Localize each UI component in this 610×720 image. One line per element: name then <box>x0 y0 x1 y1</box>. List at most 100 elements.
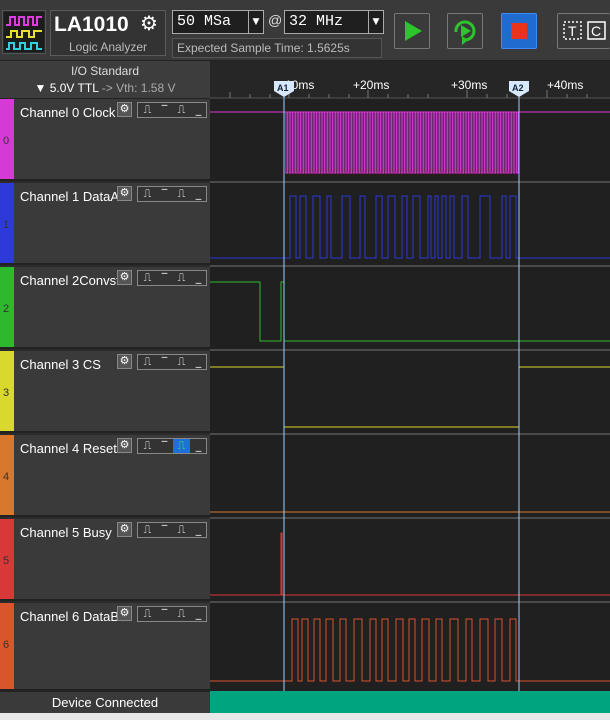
trigger-selector[interactable]: ⎍ ‾ ⎍ _ <box>137 438 207 454</box>
low-level-icon[interactable]: _ <box>190 103 207 117</box>
svg-text:T: T <box>568 23 577 39</box>
channel-name: Channel 2Convst <box>20 273 120 288</box>
channel-name: Channel 6 DataB <box>20 609 120 624</box>
channel-panel[interactable]: 2 Channel 2Convst ⚙ ⎍ ‾ ⎍ _ <box>0 267 210 349</box>
rising-edge-icon[interactable]: ⎍ <box>139 607 156 621</box>
settings-gear-icon[interactable]: ⚙ <box>136 12 162 36</box>
repeat-run-button[interactable] <box>447 13 483 49</box>
channel-6-waveform <box>210 618 610 682</box>
waveform-area[interactable]: +10ms +20ms +30ms +40ms A1 A2 <box>210 61 610 691</box>
channel-gear-icon[interactable]: ⚙ <box>117 102 132 117</box>
trigger-selector[interactable]: ⎍ ‾ ⎍ _ <box>137 270 207 286</box>
trigger-selector[interactable]: ⎍ ‾ ⎍ _ <box>137 186 207 202</box>
falling-edge-icon[interactable]: ⎍ <box>173 523 190 537</box>
low-level-icon[interactable]: _ <box>190 523 207 537</box>
rising-edge-icon[interactable]: ⎍ <box>139 355 156 369</box>
low-level-icon[interactable]: _ <box>190 607 207 621</box>
channel-gear-icon[interactable]: ⚙ <box>117 354 132 369</box>
run-button[interactable] <box>394 13 430 49</box>
text-tool-button[interactable]: T C <box>557 13 610 49</box>
io-standard-value: ▼ 5.0V TTL <box>34 81 99 95</box>
falling-edge-icon[interactable]: ⎍ <box>173 187 190 201</box>
channel-panel[interactable]: 3 Channel 3 CS ⚙ ⎍ ‾ ⎍ _ <box>0 351 210 433</box>
io-standard-header[interactable]: I/O Standard ▼ 5.0V TTL -> Vth: 1.58 V <box>0 61 210 99</box>
channel-2-waveform <box>210 281 610 342</box>
channel-index: 5 <box>3 555 10 567</box>
channel-index: 4 <box>3 471 10 483</box>
channel-gear-icon[interactable]: ⚙ <box>117 438 132 453</box>
stop-icon <box>511 23 527 39</box>
io-standard-row[interactable]: ▼ 5.0V TTL -> Vth: 1.58 V <box>0 81 210 95</box>
channel-panel[interactable]: 4 Channel 4 Reset ⚙ ⎍ ‾ ⎍ _ <box>0 435 210 517</box>
channel-index: 2 <box>3 303 10 315</box>
low-level-icon[interactable]: _ <box>190 355 207 369</box>
rising-edge-icon[interactable]: ⎍ <box>139 103 156 117</box>
high-level-icon[interactable]: ‾ <box>156 523 173 537</box>
falling-edge-icon[interactable]: ⎍ <box>173 439 190 453</box>
rising-edge-icon[interactable]: ⎍ <box>139 523 156 537</box>
play-icon <box>405 21 422 41</box>
high-level-icon[interactable]: ‾ <box>156 439 173 453</box>
repeat-run-icon <box>454 20 476 45</box>
channel-gear-icon[interactable]: ⚙ <box>117 606 132 621</box>
frequency-value: 32 MHz <box>289 13 344 30</box>
falling-edge-icon[interactable]: ⎍ <box>173 355 190 369</box>
svg-text:C: C <box>591 23 601 39</box>
cursor-a2-label: A2 <box>512 83 524 93</box>
channel-color-bar: 5 <box>0 519 14 599</box>
channel-name: Channel 0 Clock <box>20 105 116 120</box>
bottom-strip <box>0 713 610 720</box>
channel-panel[interactable]: 0 Channel 0 Clock ⚙ ⎍ ‾ ⎍ _ <box>0 99 210 181</box>
clock-pulses <box>284 111 520 174</box>
high-level-icon[interactable]: ‾ <box>156 607 173 621</box>
channel-5-waveform <box>210 532 610 596</box>
channel-name: Channel 5 Busy <box>20 525 112 540</box>
channel-color-bar: 1 <box>0 183 14 263</box>
falling-edge-icon[interactable]: ⎍ <box>173 271 190 285</box>
channel-color-bar: 0 <box>0 99 14 179</box>
rising-edge-icon[interactable]: ⎍ <box>139 187 156 201</box>
high-level-icon[interactable]: ‾ <box>156 187 173 201</box>
channel-panel[interactable]: 1 Channel 1 DataA ⚙ ⎍ ‾ ⎍ _ <box>0 183 210 265</box>
trigger-selector[interactable]: ⎍ ‾ ⎍ _ <box>137 354 207 370</box>
time-tick: +20ms <box>353 78 389 92</box>
channel-panel[interactable]: 6 Channel 6 DataB ⚙ ⎍ ‾ ⎍ _ <box>0 603 210 691</box>
channel-1-waveform <box>210 195 610 259</box>
trigger-selector[interactable]: ⎍ ‾ ⎍ _ <box>137 102 207 118</box>
channel-3-waveform <box>210 366 610 428</box>
high-level-icon[interactable]: ‾ <box>156 103 173 117</box>
channel-color-bar: 4 <box>0 435 14 515</box>
channel-panel[interactable]: 5 Channel 5 Busy ⚙ ⎍ ‾ ⎍ _ <box>0 519 210 601</box>
channel-color-bar: 2 <box>0 267 14 347</box>
high-level-icon[interactable]: ‾ <box>156 355 173 369</box>
channel-gear-icon[interactable]: ⚙ <box>117 186 132 201</box>
waveform-canvas[interactable]: +10ms +20ms +30ms +40ms A1 A2 <box>210 61 610 691</box>
channel-gear-icon[interactable]: ⚙ <box>117 522 132 537</box>
app-subtitle: Logic Analyzer <box>68 40 148 54</box>
low-level-icon[interactable]: _ <box>190 187 207 201</box>
channel-color-bar: 3 <box>0 351 14 431</box>
rising-edge-icon[interactable]: ⎍ <box>139 439 156 453</box>
chevron-down-icon: ▼ <box>248 11 263 33</box>
stop-button[interactable] <box>501 13 537 49</box>
falling-edge-icon[interactable]: ⎍ <box>173 103 190 117</box>
low-level-icon[interactable]: _ <box>190 271 207 285</box>
channel-color-bar: 6 <box>0 603 14 689</box>
channel-index: 6 <box>3 639 10 651</box>
sample-rate-select[interactable]: 50 MSa ▼ <box>172 10 264 34</box>
rising-edge-icon[interactable]: ⎍ <box>139 271 156 285</box>
text-tool-icon: T C <box>563 21 606 40</box>
falling-edge-icon[interactable]: ⎍ <box>173 607 190 621</box>
clock-burst <box>284 111 520 174</box>
channel-name: Channel 4 Reset <box>20 441 117 456</box>
high-level-icon[interactable]: ‾ <box>156 271 173 285</box>
toolbar: LA1010 Logic Analyzer ⚙ 50 MSa ▼ @ 32 MH… <box>0 0 610 61</box>
trigger-selector[interactable]: ⎍ ‾ ⎍ _ <box>137 606 207 622</box>
channel-name: Channel 3 CS <box>20 357 101 372</box>
low-level-icon[interactable]: _ <box>190 439 207 453</box>
frequency-select[interactable]: 32 MHz ▼ <box>284 10 384 34</box>
trigger-selector[interactable]: ⎍ ‾ ⎍ _ <box>137 522 207 538</box>
channel-index: 0 <box>3 135 10 147</box>
channel-gear-icon[interactable]: ⚙ <box>117 270 132 285</box>
chevron-down-icon: ▼ <box>368 11 383 33</box>
